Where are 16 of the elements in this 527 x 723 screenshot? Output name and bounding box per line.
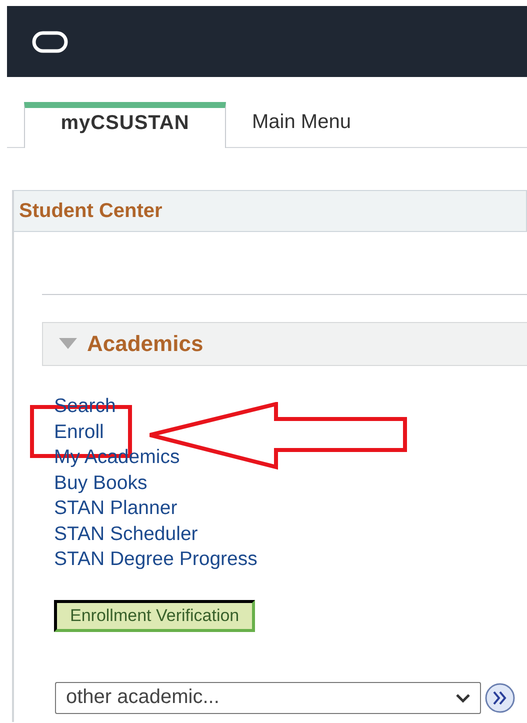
chevron-down-icon [456, 692, 470, 702]
section-title: Academics [87, 331, 204, 357]
tab[interactable]: Main Menu [226, 107, 377, 145]
enrollment-verification-button[interactable]: Enrollment Verification [54, 600, 256, 632]
dropdown-value: other academic... [66, 686, 220, 709]
tab[interactable]: myCSUSTAN [24, 102, 226, 148]
link[interactable]: Buy Books [54, 470, 148, 496]
link[interactable]: STAN Scheduler [54, 522, 198, 547]
link[interactable]: STAN Degree Progress [54, 547, 258, 572]
link[interactable]: STAN Planner [54, 496, 178, 522]
dropdown[interactable]: other academic... [55, 682, 481, 714]
triangle-down-icon [59, 338, 77, 350]
logo-icon [32, 30, 68, 52]
go-icon[interactable] [485, 682, 515, 712]
section-header[interactable]: Academics [42, 322, 527, 366]
panel-title: Student Center [14, 190, 527, 232]
